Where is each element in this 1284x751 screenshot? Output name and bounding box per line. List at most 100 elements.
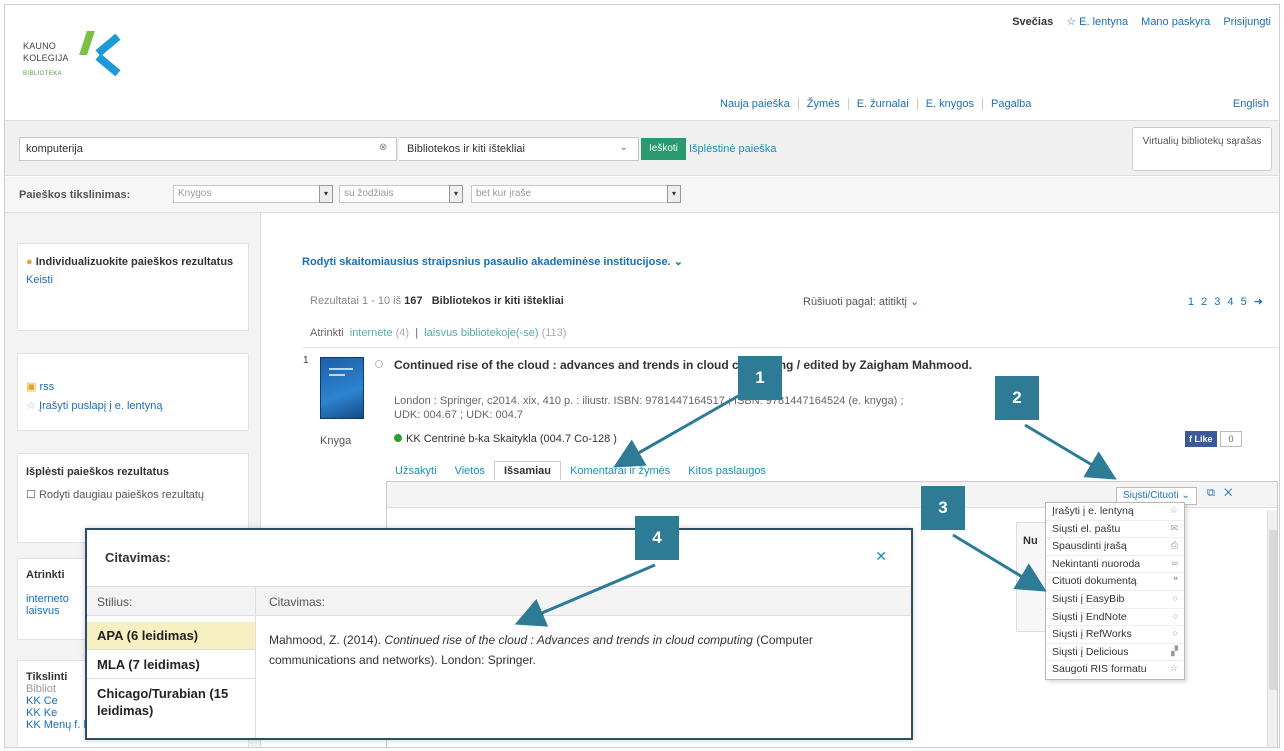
e-shelf-link[interactable]: ☆ E. lentyna <box>1066 16 1128 28</box>
nav-tags[interactable]: Žymės <box>798 98 849 110</box>
menu-item-save-to-shelf[interactable]: Įrašyti į e. lentyną ☆ <box>1046 503 1184 521</box>
match-type-select[interactable]: su žodžiais ▾ <box>339 185 463 203</box>
expand-option[interactable]: ☐ Rodyti daugiau paieškos rezultatų <box>26 488 240 501</box>
style-option-mla[interactable]: MLA (7 leidimas) <box>87 651 255 679</box>
menu-item-ris[interactable]: Saugoti RIS formatu ☆ <box>1046 661 1184 679</box>
tab-other-services[interactable]: Kitos paslaugos <box>679 462 775 480</box>
available-status-icon <box>394 434 402 442</box>
scope-select[interactable]: Bibliotekos ir kiti ištekliai ⌄ <box>399 137 639 161</box>
record-location[interactable]: KK Centrinė b-ka Skaitykla (004.7 Co-128… <box>394 433 617 445</box>
refine-label: Paieškos tikslinimas: <box>19 189 131 201</box>
panel-actions: ⧉ ✕ <box>1207 487 1232 500</box>
library-catalog-window: Svečias ☆ E. lentyna Mano paskyra Prisij… <box>4 4 1280 748</box>
save-page-label: Įrašyti puslapį į e. lentyną <box>38 400 163 412</box>
nav-ejournals[interactable]: E. žurnalai <box>848 98 918 110</box>
rss-panel: ▣ rss ☆ Įrašyti puslapį į e. lentyną <box>17 353 249 431</box>
panel-scrollbar[interactable] <box>1267 510 1277 747</box>
logo-line-3: BIBLIOTEKA <box>23 71 63 77</box>
menu-item-label: Nekintanti nuoroda <box>1052 557 1141 570</box>
tab-request[interactable]: Užsakyti <box>386 462 446 480</box>
results-summary: Rezultatai 1 - 10 iš 167 Bibliotekos ir … <box>310 295 564 307</box>
guest-label: Svečias <box>1012 16 1054 28</box>
cover-line <box>329 368 353 370</box>
facebook-icon: f <box>1189 434 1192 444</box>
filter-online-link[interactable]: internete <box>350 327 393 339</box>
menu-item-cite[interactable]: Cituoti dokumentą ❝ <box>1046 573 1184 591</box>
callout-badge-4: 4 <box>635 516 679 560</box>
save-page-link[interactable]: ☆ Įrašyti puslapį į e. lentyną <box>26 399 240 412</box>
filter-available-link[interactable]: laisvus bibliotekoje(-se) <box>424 327 538 339</box>
close-icon[interactable]: ✕ <box>875 548 887 565</box>
record-tabs: Užsakyti Vietos Išsamiau Komentarai ir žymė… <box>386 461 775 481</box>
search-button[interactable]: Ieškoti <box>641 138 686 160</box>
personalize-title: ● Individualizuokite paieškos rezultatus <box>26 256 240 268</box>
logo-line-2: KOLEGIJA <box>23 53 69 63</box>
endnote-icon: ○ <box>1172 610 1178 621</box>
divider <box>302 347 1278 348</box>
search-field-value: bet kur įraše <box>476 188 532 199</box>
menu-item-print[interactable]: Spausdinti įrašą ⎙ <box>1046 538 1184 556</box>
personalize-change-link[interactable]: Keisti <box>26 274 240 286</box>
top-navigation: Nauja paieška Žymės E. žurnalai E. knygos Pa… <box>712 98 1039 110</box>
chevron-down-icon: ⌄ <box>910 296 920 308</box>
tab-locations[interactable]: Vietos <box>446 462 494 480</box>
record-location-label: KK Centrinė b-ka Skaitykla (004.7 Co-128… <box>406 433 617 445</box>
availability-filter: Atrinkti internete (4) | laisvus bibliot… <box>310 327 567 339</box>
advanced-search-link[interactable]: Išplėstinė paieška <box>689 143 776 155</box>
callout-2-arrow <box>1024 423 1117 480</box>
citation-dialog: Citavimas: ✕ Stilius: Citavimas: APA (6 … <box>85 528 913 740</box>
library-logo[interactable]: KAUNO KOLEGIJA BIBLIOTEKA <box>23 31 133 91</box>
sign-in-link[interactable]: Prisijungti <box>1223 16 1271 28</box>
dropdown-arrow-icon: ▾ <box>319 185 333 203</box>
tab-comments-tags[interactable]: Komentarai ir žymės <box>561 462 679 480</box>
popout-icon[interactable]: ⧉ <box>1207 487 1215 499</box>
book-cover-thumbnail[interactable] <box>320 357 364 419</box>
show-most-cited-link[interactable]: Rodyti skaitomiausius straipsnius pasaul… <box>302 255 683 268</box>
menu-item-label: Siųsti į EndNote <box>1052 610 1127 623</box>
star-icon: ☆ <box>1169 505 1178 515</box>
menu-item-permalink[interactable]: Nekintanti nuoroda ∞ <box>1046 556 1184 574</box>
tab-details[interactable]: Išsamiau <box>493 461 562 480</box>
language-link[interactable]: English <box>1233 98 1269 110</box>
menu-item-easybib[interactable]: Siųsti į EasyBib ○ <box>1046 591 1184 609</box>
checkbox-icon[interactable]: ☐ <box>26 489 36 501</box>
filter-available-count: (113) <box>541 327 567 339</box>
delicious-icon: ▞ <box>1171 645 1178 656</box>
menu-item-refworks[interactable]: Siųsti į RefWorks ○ <box>1046 626 1184 644</box>
clear-search-icon[interactable]: ⊗ <box>379 142 387 153</box>
material-type-select[interactable]: Knygos ▾ <box>173 185 333 203</box>
citation-column-header: Citavimas: <box>269 595 326 609</box>
menu-item-email[interactable]: Siųsti el. paštu ✉ <box>1046 521 1184 539</box>
logo-mark-upper <box>95 33 121 57</box>
link-icon: ∞ <box>1171 557 1178 568</box>
style-option-apa[interactable]: APA (6 leidimas) <box>87 622 255 650</box>
scrollbar-thumb[interactable] <box>1269 530 1277 690</box>
match-type-value: su žodžiais <box>344 188 394 199</box>
chevron-down-icon: ⌄ <box>619 142 628 153</box>
citation-author-year: Mahmood, Z. (2014). <box>269 633 382 647</box>
quote-icon: ❝ <box>1173 575 1178 586</box>
results-total: 167 <box>404 295 423 307</box>
nav-help[interactable]: Pagalba <box>983 98 1039 110</box>
close-icon[interactable]: ✕ <box>1224 487 1232 499</box>
style-option-chicago[interactable]: Chicago/Turabian (15 leidimas) <box>87 680 255 724</box>
menu-item-delicious[interactable]: Siųsti į Delicious ▞ <box>1046 644 1184 662</box>
nav-ebooks[interactable]: E. knygos <box>917 98 984 110</box>
user-links: Svečias ☆ E. lentyna Mano paskyra Prisij… <box>1002 15 1271 28</box>
nav-new-search[interactable]: Nauja paieška <box>712 98 799 110</box>
facebook-like-button[interactable]: f Like <box>1185 431 1217 447</box>
column-divider <box>255 586 256 738</box>
record-select-checkbox[interactable] <box>375 360 383 368</box>
sort-control[interactable]: Rūšiuoti pagal: atitiktį ⌄ <box>803 295 919 308</box>
easybib-icon: ○ <box>1172 592 1178 603</box>
search-field-select[interactable]: bet kur įraše ▾ <box>471 185 681 203</box>
citation-text: Mahmood, Z. (2014). Continued rise of th… <box>269 630 869 670</box>
refworks-icon: ○ <box>1172 628 1178 639</box>
menu-item-endnote[interactable]: Siųsti į EndNote ○ <box>1046 609 1184 627</box>
search-input[interactable]: komputerija <box>19 137 397 161</box>
virtual-library-list-button[interactable]: Virtualių bibliotekų sąrašas <box>1132 127 1272 171</box>
pagination[interactable]: 1 2 3 4 5 ➜ <box>1188 295 1265 308</box>
rss-link[interactable]: ▣ rss <box>26 380 240 393</box>
filter-online-count: (4) <box>395 327 410 339</box>
my-account-link[interactable]: Mano paskyra <box>1141 16 1210 28</box>
